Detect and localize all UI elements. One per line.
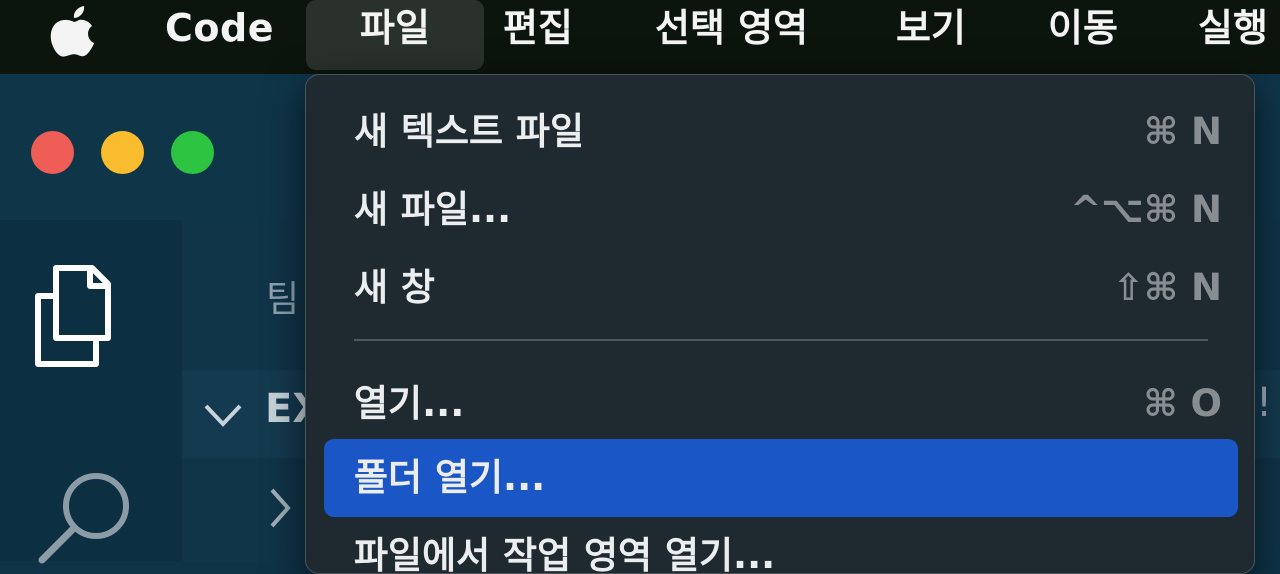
window-minimize-button[interactable]: [101, 131, 144, 174]
menu-view[interactable]: 보기: [896, 0, 966, 64]
menu-item-label: 새 창: [354, 266, 435, 309]
menu-item-label: 새 텍스트 파일: [354, 110, 585, 153]
menu-selection[interactable]: 선택 영역: [655, 0, 808, 64]
menu-item-shortcut: ⌘ O: [1143, 382, 1222, 425]
menu-item-open-workspace-from-file[interactable]: 파일에서 작업 영역 열기...: [324, 517, 1238, 574]
sidebar-title: 팀: [266, 279, 300, 320]
menu-item-new-window[interactable]: 새 창 ⇧⌘ N: [324, 249, 1238, 327]
file-dropdown-menu: 새 텍스트 파일 ⌘ N 새 파일... ^⌥⌘ N 새 창 ⇧⌘ N 열기..…: [305, 74, 1255, 574]
search-icon[interactable]: [36, 468, 136, 568]
menu-run[interactable]: 실행: [1198, 0, 1268, 64]
menu-item-label: 새 파일...: [354, 188, 512, 231]
menu-item-shortcut: ⇧⌘ N: [1112, 266, 1222, 309]
menu-separator: [354, 339, 1208, 341]
chevron-down-icon[interactable]: [202, 398, 244, 430]
menu-item-label: 파일에서 작업 영역 열기...: [354, 534, 776, 574]
menu-go[interactable]: 이동: [1048, 0, 1118, 64]
menu-item-new-text-file[interactable]: 새 텍스트 파일 ⌘ N: [324, 93, 1238, 171]
sidebar-action-fragment: !: [1256, 380, 1273, 426]
window-zoom-button[interactable]: [171, 131, 214, 174]
menu-item-shortcut: ⌘ N: [1143, 110, 1222, 153]
menu-item-open-folder[interactable]: 폴더 열기...: [324, 439, 1238, 517]
menu-item-new-file[interactable]: 새 파일... ^⌥⌘ N: [324, 171, 1238, 249]
window-close-button[interactable]: [31, 131, 74, 174]
menu-item-label: 열기...: [354, 382, 465, 425]
chevron-right-icon[interactable]: [268, 486, 292, 530]
menu-file[interactable]: 파일: [306, 0, 484, 70]
macos-menu-bar: Code 파일 편집 선택 영역 보기 이동 실행: [0, 0, 1280, 74]
files-icon[interactable]: [30, 262, 130, 374]
menu-item-open[interactable]: 열기... ⌘ O: [324, 365, 1238, 443]
menu-item-label: 폴더 열기...: [354, 456, 546, 499]
menu-edit[interactable]: 편집: [503, 0, 573, 64]
app-name-menu[interactable]: Code: [165, 0, 274, 64]
menu-item-shortcut: ^⌥⌘ N: [1070, 188, 1222, 231]
apple-logo-icon[interactable]: [44, 2, 104, 58]
